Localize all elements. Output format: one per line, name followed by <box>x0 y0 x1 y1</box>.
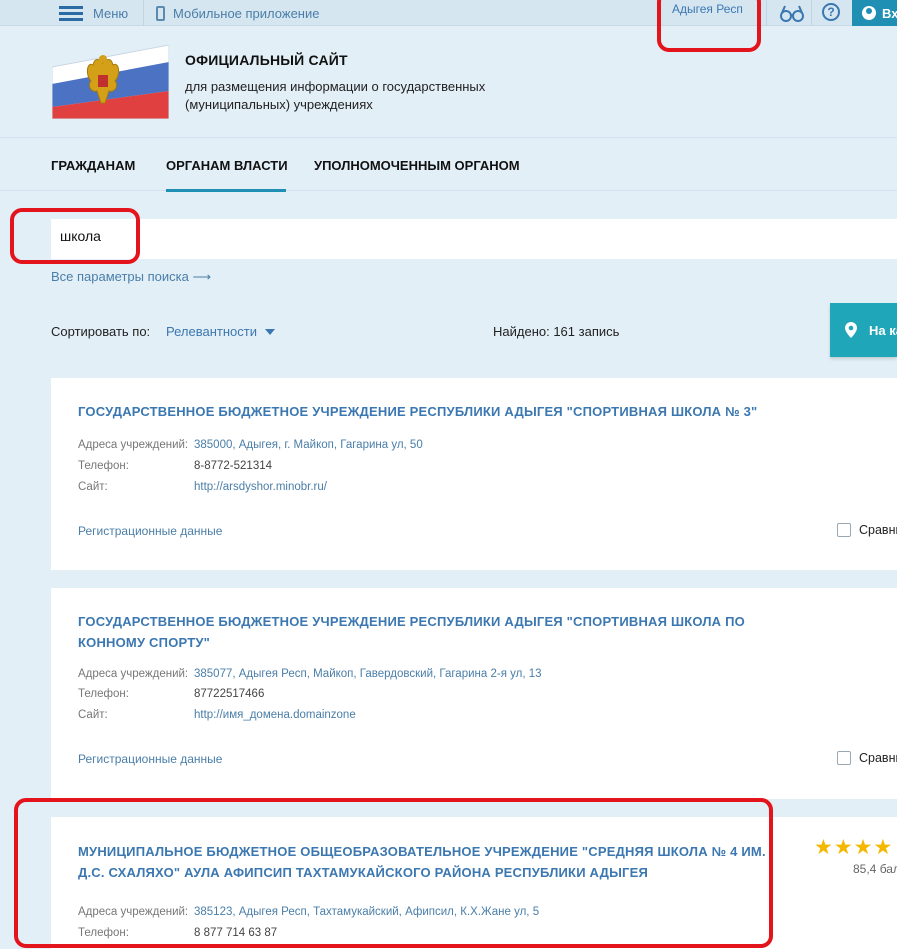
menu-label: Меню <box>93 5 129 21</box>
checkbox[interactable] <box>837 523 851 537</box>
site-link[interactable]: http://имя_домена.domainzone <box>194 709 356 721</box>
phone-row: Телефон: 8-8772-521314 <box>78 460 272 472</box>
phone-value: 87722517466 <box>194 688 265 700</box>
phone-icon <box>156 5 165 21</box>
result-card: МУНИЦИПАЛЬНОЕ БЮДЖЕТНОЕ ОБЩЕОБРАЗОВАТЕЛЬ… <box>51 817 897 949</box>
results-count: Найдено: 161 запись <box>493 324 620 339</box>
help-icon[interactable]: ? <box>822 3 840 21</box>
compare-label: Сравнить <box>859 523 897 537</box>
address-label: Адреса учреждений: <box>78 906 189 918</box>
result-title[interactable]: МУНИЦИПАЛЬНОЕ БЮДЖЕТНОЕ ОБЩЕОБРАЗОВАТЕЛЬ… <box>78 841 768 883</box>
address-label: Адреса учреждений: <box>78 439 189 451</box>
registration-data-link[interactable]: Регистрационные данные <box>78 752 222 766</box>
checkbox[interactable] <box>837 751 851 765</box>
login-button[interactable]: Вход <box>852 0 897 26</box>
map-pin-icon <box>845 322 857 338</box>
sort-label: Сортировать по: <box>51 324 151 339</box>
compare-label: Сравнить <box>859 751 897 765</box>
site-row: Сайт: http://имя_домена.domainzone <box>78 709 356 721</box>
active-tab-indicator <box>166 189 286 192</box>
site-link[interactable]: http://arsdyshor.minobr.ru/ <box>194 481 327 493</box>
site-title: ОФИЦИАЛЬНЫЙ САЙТ <box>185 52 348 68</box>
site-row: Сайт: http://arsdyshor.minobr.ru/ <box>78 481 327 493</box>
address-value[interactable]: 385000, Адыгея, г. Майкоп, Гагарина ул, … <box>194 439 423 451</box>
sort-value: Релевантности <box>166 324 257 339</box>
hamburger-icon <box>59 5 83 21</box>
sort-dropdown[interactable]: Релевантности <box>166 324 275 339</box>
coat-of-arms-logo[interactable] <box>52 45 169 119</box>
caret-down-icon <box>264 328 275 335</box>
all-search-params-link[interactable]: Все параметры поиска ⟶ <box>51 269 211 285</box>
top-bar: Меню Мобильное приложение Адыгея Респ ? … <box>0 0 897 26</box>
address-value[interactable]: 385123, Адыгея Респ, Тахтамукайский, Афи… <box>194 906 539 918</box>
phone-label: Телефон: <box>78 688 129 700</box>
address-row: Адреса учреждений: 385123, Адыгея Респ, … <box>78 906 539 918</box>
site-subtitle: для размещения информации о государствен… <box>185 79 486 112</box>
search-input[interactable] <box>60 228 660 244</box>
user-icon <box>862 6 876 20</box>
site-label: Сайт: <box>78 709 108 721</box>
phone-label: Телефон: <box>78 927 129 939</box>
registration-data-link[interactable]: Регистрационные данные <box>78 524 222 538</box>
site-label: Сайт: <box>78 481 108 493</box>
compare-checkbox[interactable]: Сравнить <box>837 523 897 537</box>
result-card: ГОСУДАРСТВЕННОЕ БЮДЖЕТНОЕ УЧРЕЖДЕНИЕ РЕС… <box>51 378 897 570</box>
region-selector[interactable]: Адыгея Респ <box>672 2 743 16</box>
map-button[interactable]: На карте <box>830 303 897 357</box>
map-button-label: На карте <box>869 322 897 338</box>
search-box <box>51 219 897 259</box>
phone-row: Телефон: 87722517466 <box>78 688 264 700</box>
mobile-app-link[interactable]: Мобильное приложение <box>156 0 319 26</box>
result-card: ГОСУДАРСТВЕННОЕ БЮДЖЕТНОЕ УЧРЕЖДЕНИЕ РЕС… <box>51 588 897 799</box>
menu-button[interactable]: Меню <box>59 0 128 26</box>
compare-checkbox[interactable]: Сравнить <box>837 751 897 765</box>
login-label: Вход <box>882 5 897 21</box>
glasses-icon[interactable] <box>779 3 805 23</box>
divider <box>811 0 812 26</box>
nav-item-authorities[interactable]: ОРГАНАМ ВЛАСТИ <box>166 158 288 173</box>
nav-item-citizens[interactable]: ГРАЖДАНАМ <box>51 158 135 173</box>
phone-row: Телефон: 8 877 714 63 87 <box>78 927 277 939</box>
phone-value: 8 877 714 63 87 <box>194 927 278 939</box>
nav-item-authorized-body[interactable]: УПОЛНОМОЧЕННЫМ ОРГАНОМ <box>314 158 520 173</box>
site-header: ОФИЦИАЛЬНЫЙ САЙТ для размещения информац… <box>0 27 897 137</box>
address-value[interactable]: 385077, Адыгея Респ, Майкоп, Гавердовски… <box>194 668 542 680</box>
result-title[interactable]: ГОСУДАРСТВЕННОЕ БЮДЖЕТНОЕ УЧРЕЖДЕНИЕ РЕС… <box>78 611 768 653</box>
result-title[interactable]: ГОСУДАРСТВЕННОЕ БЮДЖЕТНОЕ УЧРЕЖДЕНИЕ РЕС… <box>78 401 768 422</box>
mobile-app-label: Мобильное приложение <box>173 5 320 21</box>
divider <box>766 0 767 26</box>
address-row: Адреса учреждений: 385000, Адыгея, г. Ма… <box>78 439 423 451</box>
divider <box>143 0 144 26</box>
rating-score: 85,4 балла <box>853 862 897 876</box>
rating-stars: ★★★★ <box>814 836 894 859</box>
phone-label: Телефон: <box>78 460 129 472</box>
address-label: Адреса учреждений: <box>78 668 189 680</box>
address-row: Адреса учреждений: 385077, Адыгея Респ, … <box>78 668 542 680</box>
main-nav: ГРАЖДАНАМ ОРГАНАМ ВЛАСТИ УПОЛНОМОЧЕННЫМ … <box>0 137 897 192</box>
phone-value: 8-8772-521314 <box>194 460 273 472</box>
